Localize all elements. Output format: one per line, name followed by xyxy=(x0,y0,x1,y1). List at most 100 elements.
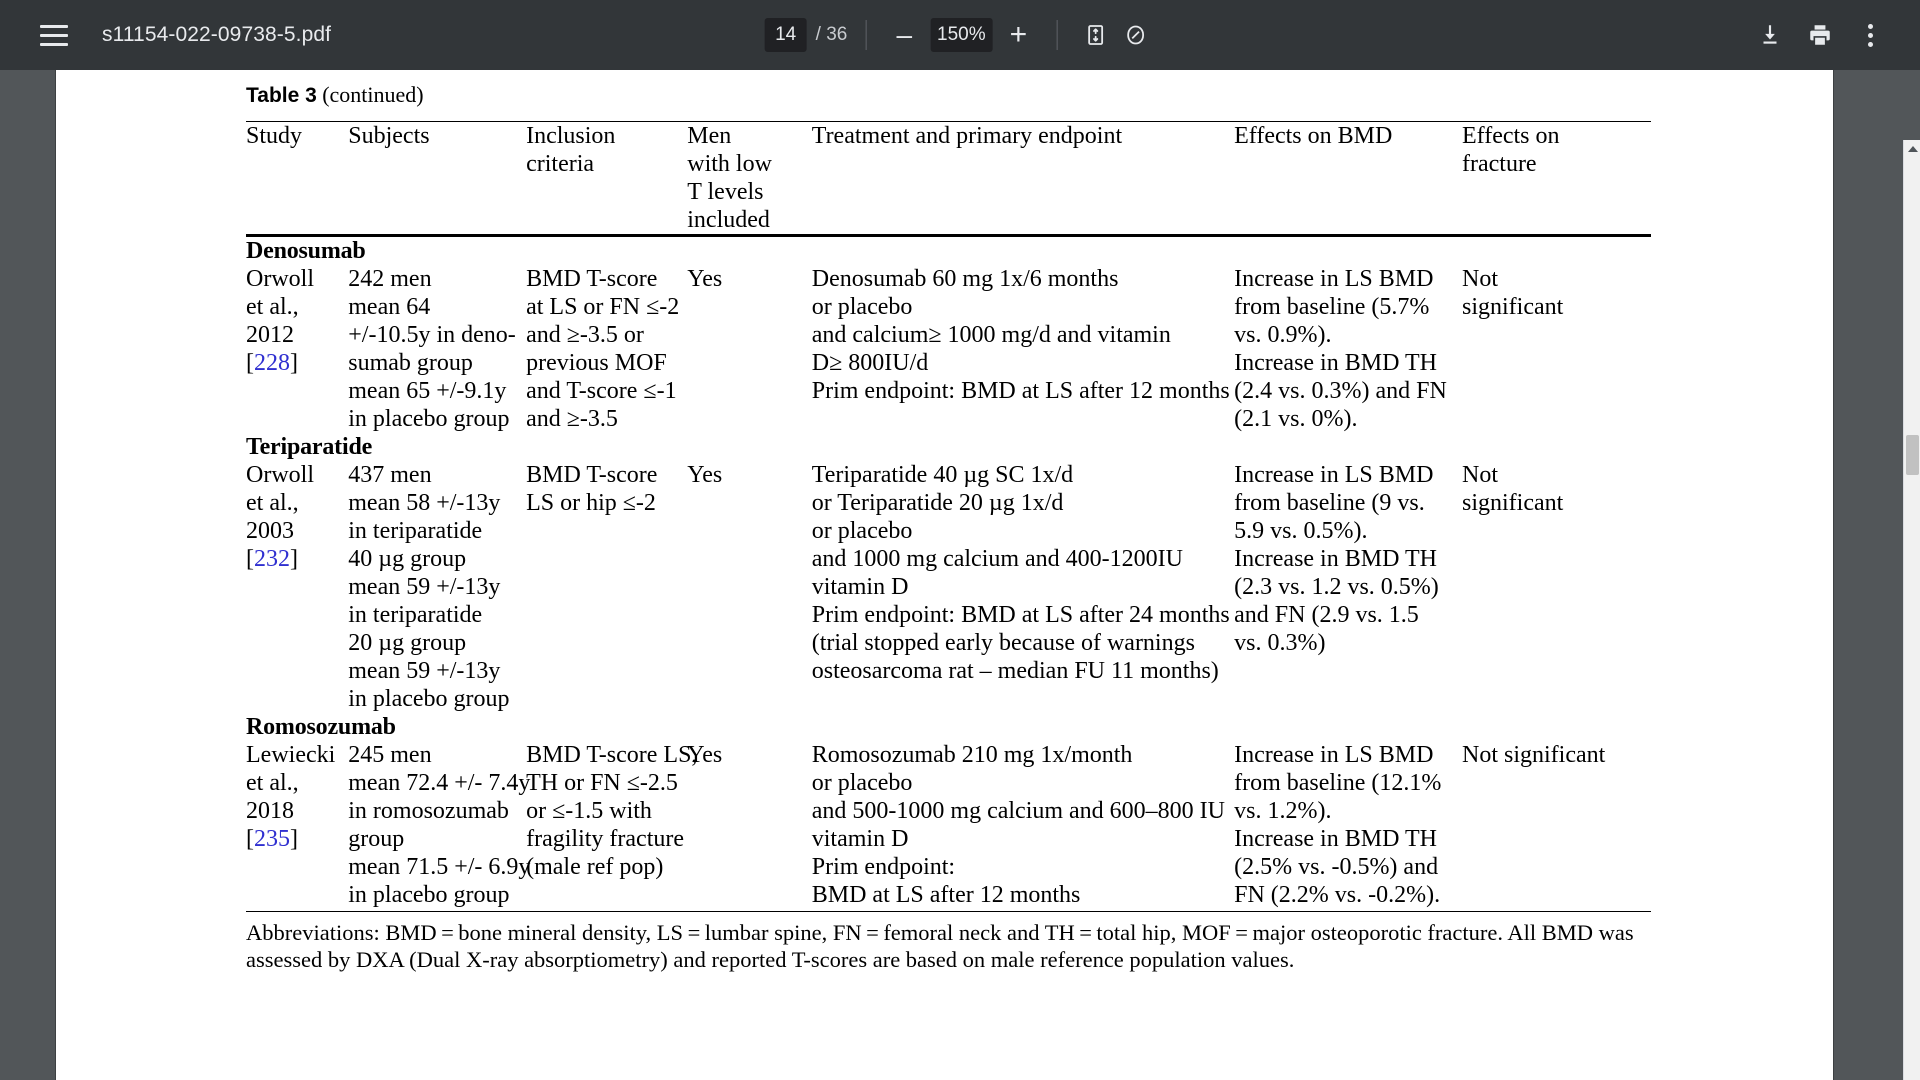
cell-effects-fracture: Not significant xyxy=(1462,461,1651,713)
text-line: in teriparatide xyxy=(348,602,483,628)
text-line: 40 µg group xyxy=(348,546,467,572)
text-line: significant xyxy=(1461,294,1564,320)
cell-treatment: Denosumab 60 mg 1x/6 months or placebo a… xyxy=(812,265,1234,433)
cell-men-with-low-t: Yes xyxy=(687,266,723,292)
text-line: and ≥-3.5 xyxy=(526,406,618,432)
zoom-out-button[interactable]: – xyxy=(884,15,924,55)
cell-treatment: Romosozumab 210 mg 1x/month or placebo a… xyxy=(812,741,1234,909)
document-title: s11154-022-09738-5.pdf xyxy=(102,23,332,46)
text-line: or ≤-1.5 with xyxy=(526,798,652,824)
zoom-in-button[interactable]: + xyxy=(998,15,1038,55)
cell-effects-bmd: Increase in LS BMD from baseline (5.7% v… xyxy=(1234,265,1462,433)
citation-number: 228 xyxy=(254,350,290,376)
pdf-viewer-area[interactable]: Table 3 (continued) Study Subjects Inclu… xyxy=(0,70,1920,1080)
text-line: BMD T-score LS, xyxy=(526,742,698,768)
table-row: Orwoll et al., 2003 [232] 437 men mean 5… xyxy=(246,461,1651,713)
text-line: BMD T-score xyxy=(526,266,658,292)
more-options-icon[interactable] xyxy=(1850,15,1890,55)
toolbar-center-group: / 36 – 150% + xyxy=(764,0,1156,70)
citation-number: 235 xyxy=(254,826,290,852)
pdf-toolbar: s11154-022-09738-5.pdf / 36 – 150% + xyxy=(0,0,1920,70)
table-header-row: Study Subjects Inclusion criteria Men wi… xyxy=(246,121,1651,236)
text-line: 245 men xyxy=(348,742,432,768)
page-number-input[interactable] xyxy=(764,18,807,52)
table-caption-number: Table 3 xyxy=(246,84,317,107)
sidebar-menu-icon[interactable] xyxy=(28,9,80,61)
menu-line xyxy=(40,24,68,28)
zoom-level-display[interactable]: 150% xyxy=(930,18,993,52)
text-line: significant xyxy=(1461,490,1564,516)
table-abbreviations-footnote: Abbreviations: BMD = bone mineral densit… xyxy=(246,920,1634,972)
col-header-men-with-low-t: Men with low T levels included xyxy=(687,121,812,236)
text-line: LS or hip ≤-2 xyxy=(526,490,656,516)
download-icon[interactable] xyxy=(1750,15,1790,55)
text-line: Prim endpoint: BMD at LS after 24 months xyxy=(811,602,1230,628)
text-line: from baseline (9 vs. xyxy=(1234,490,1425,516)
text-line: (2.1 vs. 0%). xyxy=(1234,406,1358,432)
col-header-study: Study xyxy=(246,121,349,236)
pdf-page: Table 3 (continued) Study Subjects Inclu… xyxy=(56,70,1833,1080)
text-line: from baseline (5.7% xyxy=(1234,294,1430,320)
table-group-heading-row: Denosumab xyxy=(246,234,1651,265)
text-line: Denosumab 60 mg 1x/6 months xyxy=(811,266,1119,292)
text-line: 437 men xyxy=(348,462,432,488)
text-line: Not significant xyxy=(1461,742,1606,768)
text-line: or placebo xyxy=(811,294,913,320)
scrollbar-thumb[interactable] xyxy=(1906,435,1919,475)
text-line: Increase in LS BMD xyxy=(1234,462,1434,488)
print-icon[interactable] xyxy=(1800,15,1840,55)
text-line: 2018 xyxy=(246,798,294,824)
text-line: et al., xyxy=(246,770,299,796)
text-line: Lewiecki xyxy=(246,742,336,768)
text-line: mean 72.4 +/- 7.4y xyxy=(348,770,531,796)
table-caption: Table 3 (continued) xyxy=(246,82,1833,108)
text-line: Romosozumab 210 mg 1x/month xyxy=(811,742,1133,768)
text-line: group xyxy=(348,826,405,852)
group-name-teriparatide: Teriparatide xyxy=(246,434,373,460)
text-line: D≥ 800IU/d xyxy=(811,350,929,376)
cell-effects-fracture: Not significant xyxy=(1462,265,1651,433)
text-line: sumab group xyxy=(348,350,473,376)
kebab-dot xyxy=(1867,23,1873,29)
text-line: or Teriparatide 20 µg 1x/d xyxy=(811,490,1064,516)
text-line: Not xyxy=(1461,462,1498,488)
table-row: Lewiecki et al., 2018 [235] 245 men mean… xyxy=(246,741,1651,909)
menu-line xyxy=(40,42,68,46)
text-line: at LS or FN ≤-2 xyxy=(526,294,680,320)
text-line: +/-10.5y in deno- xyxy=(348,322,516,348)
citation-link[interactable]: [232] xyxy=(246,545,348,573)
col-header-inclusion-criteria: Inclusion criteria xyxy=(526,121,688,236)
header-line: T levels xyxy=(687,179,764,205)
text-line: FN (2.2% vs. -0.2%). xyxy=(1234,882,1441,908)
citation-link[interactable]: [228] xyxy=(246,349,348,377)
vertical-scrollbar[interactable] xyxy=(1903,140,1920,1080)
cell-men-with-low-t: Yes xyxy=(687,462,723,488)
scroll-up-arrow-icon[interactable] xyxy=(1904,140,1920,157)
text-line: vitamin D xyxy=(811,826,909,852)
text-line: mean 64 xyxy=(348,294,431,320)
text-line: and calcium≥ 1000 mg/d and vitamin xyxy=(811,322,1171,348)
text-line: Orwoll xyxy=(246,462,314,488)
text-line: BMD at LS after 12 months xyxy=(811,882,1081,908)
citation-link[interactable]: [235] xyxy=(246,825,348,853)
text-line: or placebo xyxy=(811,770,913,796)
col-header-subjects: Subjects xyxy=(348,121,527,236)
text-line: and 500-1000 mg calcium and 600–800 IU xyxy=(811,798,1225,824)
menu-line xyxy=(40,33,68,37)
col-header-treatment: Treatment and primary endpoint xyxy=(811,121,1235,236)
kebab-dot xyxy=(1867,41,1873,47)
text-line: 20 µg group xyxy=(348,630,467,656)
toolbar-right-group xyxy=(1750,15,1890,55)
fit-to-page-icon[interactable] xyxy=(1075,15,1115,55)
text-line: osteosarcoma rat – median FU 11 months) xyxy=(811,658,1219,684)
text-line: vitamin D xyxy=(811,574,909,600)
text-line: Teriparatide 40 µg SC 1x/d xyxy=(811,462,1074,488)
toolbar-left-group: s11154-022-09738-5.pdf xyxy=(0,9,331,61)
cell-subjects: 242 men mean 64 +/-10.5y in deno- sumab … xyxy=(348,265,526,433)
text-line: or placebo xyxy=(811,518,913,544)
rotate-icon[interactable] xyxy=(1115,15,1155,55)
text-line: 242 men xyxy=(348,266,432,292)
text-line: Increase in BMD TH xyxy=(1234,826,1437,852)
text-line: vs. 0.3%) xyxy=(1234,630,1326,656)
text-line: fragility fracture xyxy=(526,826,685,852)
